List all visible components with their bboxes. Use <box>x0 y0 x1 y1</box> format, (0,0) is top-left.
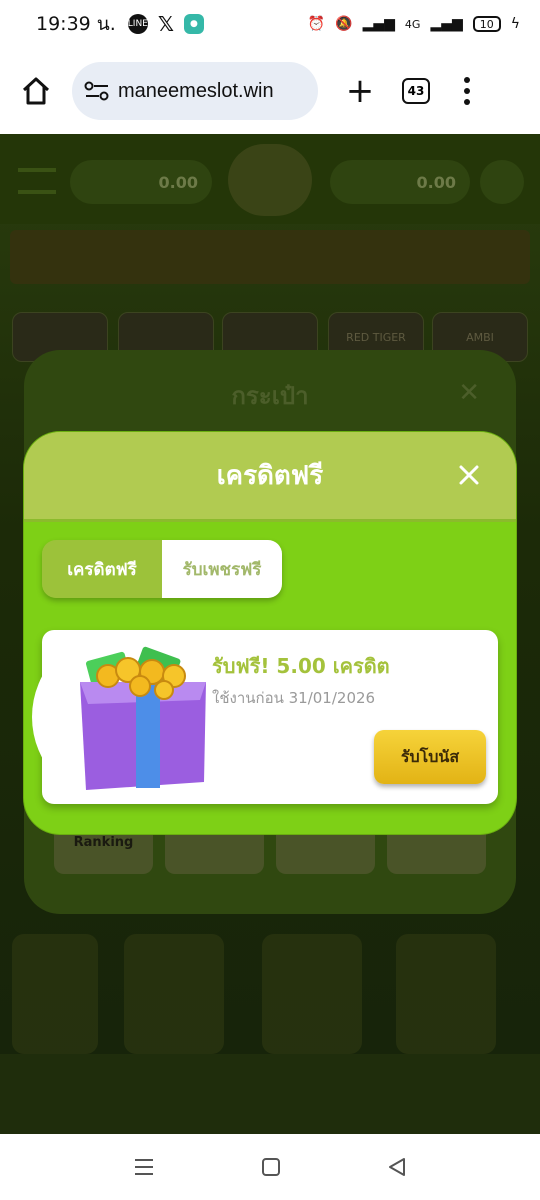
site-logo <box>228 144 312 216</box>
page-content: 0.00 0.00 RED TIGER AMBI กระเป๋า ✕ Ranki… <box>0 134 540 1134</box>
tab-switcher-button[interactable]: 43 <box>402 78 430 104</box>
network-label: 4G <box>404 17 421 31</box>
provider-label: RED TIGER <box>346 330 406 344</box>
game-tile-3[interactable] <box>396 934 496 1054</box>
alarm-icon: ⏰ <box>307 16 326 32</box>
tab-free-diamond[interactable]: รับเพชรฟรี <box>162 540 282 598</box>
support-icon[interactable] <box>480 160 524 204</box>
menu-icon[interactable] <box>18 168 56 194</box>
x-app-icon: 𝕏 <box>157 12 174 36</box>
close-icon[interactable] <box>454 460 484 490</box>
mute-icon: 🔕 <box>335 16 353 32</box>
wallet-modal-title: กระเป๋า <box>231 382 309 410</box>
back-nav-icon[interactable] <box>387 1157 407 1177</box>
promo-banner[interactable] <box>10 230 530 284</box>
claim-bonus-button[interactable]: รับโบนัส <box>374 730 486 784</box>
gift-box-icon <box>80 646 206 790</box>
free-credit-header: เครดิตฟรี <box>24 432 516 522</box>
wallet-balance-right-value: 0.00 <box>416 172 456 192</box>
site-header: 0.00 0.00 <box>0 134 540 224</box>
status-bar: 19:39 น. LINE 𝕏 ● ⏰ 🔕 ▂▄▆ 4G ▂▄▆ 10 ϟ <box>0 0 540 48</box>
battery-icon: 10 <box>472 16 501 32</box>
wallet-balance-left-value: 0.00 <box>158 172 198 192</box>
site-settings-icon[interactable] <box>84 80 110 102</box>
bonus-title: รับฟรี! 5.00 เครดิต <box>212 654 390 678</box>
url-bar[interactable]: maneemeslot.win <box>72 62 318 120</box>
recent-apps-icon[interactable] <box>133 1157 155 1177</box>
chat-app-icon: ● <box>183 14 204 34</box>
wallet-balance-left[interactable]: 0.00 <box>70 160 212 204</box>
signal-icon: ▂▄▆ <box>362 16 395 32</box>
free-credit-modal: เครดิตฟรี เครดิตฟรี รับเพชรฟรี รับฟรี! 5… <box>24 432 516 834</box>
charging-icon: ϟ <box>510 16 520 32</box>
bonus-expiry: ใช้งานก่อน 31/01/2026 <box>212 689 376 707</box>
home-nav-icon[interactable] <box>261 1157 281 1177</box>
game-category-tile[interactable] <box>12 934 98 1054</box>
line-app-icon: LINE <box>128 14 148 34</box>
signal-icon-2: ▂▄▆ <box>430 16 463 32</box>
wallet-close-icon[interactable]: ✕ <box>458 378 480 408</box>
wallet-balance-right[interactable]: 0.00 <box>330 160 470 204</box>
tab-free-credit[interactable]: เครดิตฟรี <box>42 540 162 598</box>
site-bottom-nav <box>0 1054 540 1134</box>
provider-label: AMBI <box>466 330 494 344</box>
browser-toolbar: maneemeslot.win + 43 <box>0 48 540 134</box>
bonus-card: รับฟรี! 5.00 เครดิต ใช้งานก่อน 31/01/202… <box>32 630 498 804</box>
more-menu-icon[interactable] <box>464 77 470 105</box>
free-credit-title: เครดิตฟรี <box>216 461 324 491</box>
free-credit-tabs: เครดิตฟรี รับเพชรฟรี <box>42 540 282 598</box>
url-text: maneemeslot.win <box>118 79 274 102</box>
game-tile-1[interactable] <box>124 934 224 1054</box>
status-time: 19:39 น. <box>36 13 116 35</box>
system-nav-bar <box>0 1134 540 1200</box>
game-tile-2[interactable] <box>262 934 362 1054</box>
home-icon[interactable] <box>16 71 56 111</box>
new-tab-icon[interactable]: + <box>340 71 380 111</box>
